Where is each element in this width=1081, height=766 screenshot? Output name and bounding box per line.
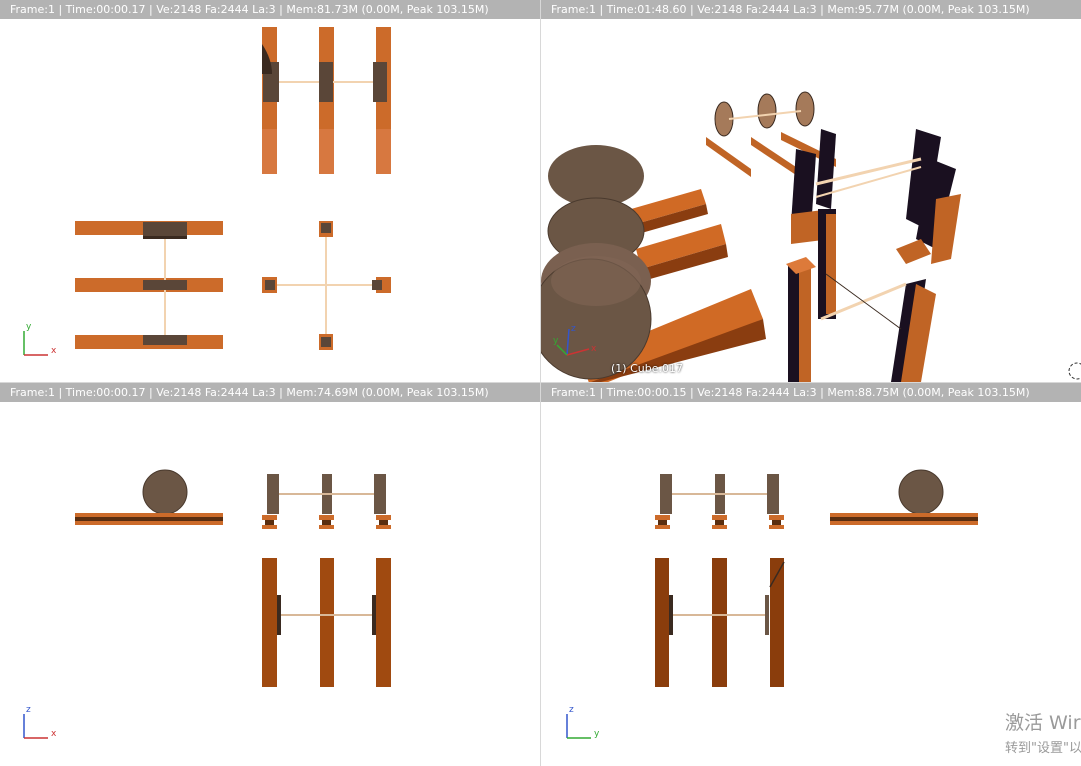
wheel bbox=[143, 222, 187, 236]
viewport-scene[interactable]: z x bbox=[0, 402, 540, 766]
rail bbox=[712, 558, 727, 687]
wheel bbox=[319, 62, 333, 102]
rail bbox=[770, 558, 784, 687]
rail bbox=[320, 558, 334, 687]
wheel bbox=[143, 335, 187, 345]
viewport-stats-header: Frame:1 | Time:00:00.17 | Ve:2148 Fa:244… bbox=[0, 0, 540, 19]
viewport-stats-header: Frame:1 | Time:00:00.17 | Ve:2148 Fa:244… bbox=[0, 383, 540, 402]
rail bbox=[376, 558, 391, 687]
viewport-bottom-right[interactable]: Frame:1 | Time:00:00.15 | Ve:2148 Fa:244… bbox=[541, 383, 1081, 766]
windows-activation-watermark: 激活 Wir 转到"设置"以 bbox=[1005, 712, 1081, 756]
axis-label-z: z bbox=[26, 705, 31, 715]
viewport-scene[interactable]: z y bbox=[541, 402, 1081, 766]
axis-gizmo: z y bbox=[566, 705, 600, 739]
axis-label-x: x bbox=[591, 344, 597, 354]
axis-label-x: x bbox=[51, 729, 57, 739]
viewport-scene[interactable]: z y x bbox=[541, 19, 1081, 382]
axis-gizmo: y x bbox=[23, 322, 57, 356]
viewport-stats-header: Frame:1 | Time:01:48.60 | Ve:2148 Fa:244… bbox=[541, 0, 1081, 19]
axis-label-z: z bbox=[569, 705, 574, 715]
viewport-bottom-left[interactable]: Frame:1 | Time:00:00.17 | Ve:2148 Fa:244… bbox=[0, 383, 540, 766]
rail bbox=[262, 558, 277, 687]
viewport-stats-header: Frame:1 | Time:00:00.15 | Ve:2148 Fa:244… bbox=[541, 383, 1081, 402]
viewport-top-left[interactable]: Frame:1 | Time:00:00.17 | Ve:2148 Fa:244… bbox=[0, 0, 540, 382]
axis-label-x: x bbox=[51, 346, 57, 356]
axis-gizmo: z x bbox=[23, 705, 57, 739]
viewport-top-right[interactable]: Frame:1 | Time:01:48.60 | Ve:2148 Fa:244… bbox=[541, 0, 1081, 382]
wheel bbox=[898, 469, 944, 515]
3d-cursor-icon bbox=[1068, 362, 1081, 380]
wheel bbox=[373, 62, 387, 102]
axis-label-z: z bbox=[571, 324, 576, 334]
rail bbox=[655, 558, 669, 687]
axis-label-y: y bbox=[553, 336, 559, 346]
wheel bbox=[142, 469, 188, 515]
active-object-label: (1) Cube.017 bbox=[611, 362, 683, 375]
viewport-scene[interactable]: y x bbox=[0, 19, 540, 382]
axis-label-y: y bbox=[594, 729, 600, 739]
axis-label-y: y bbox=[26, 322, 32, 332]
wheel bbox=[143, 280, 187, 290]
